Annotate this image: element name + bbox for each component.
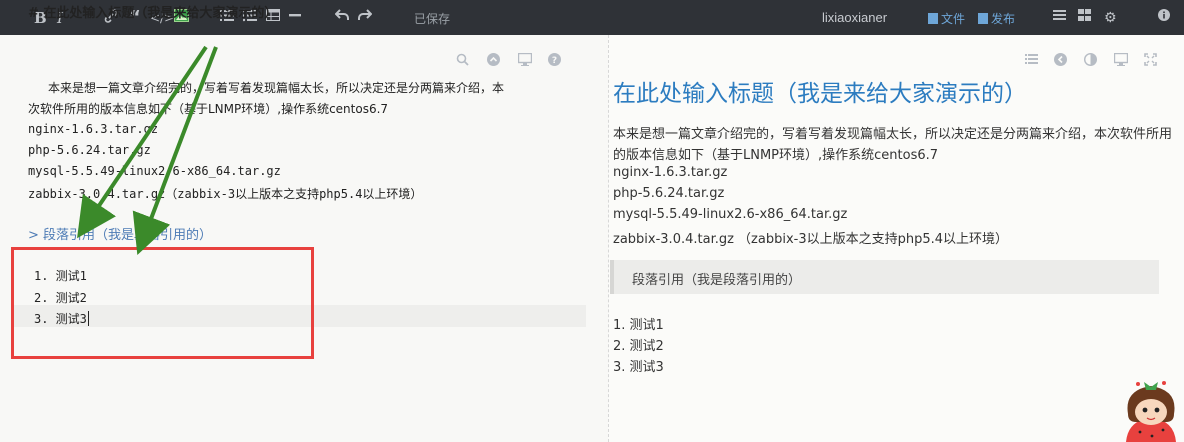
mascot-girl-icon bbox=[1126, 381, 1176, 442]
green-annotation-arrows bbox=[77, 45, 218, 255]
green-arrow-2 bbox=[132, 46, 218, 255]
green-arrow-1 bbox=[77, 45, 208, 239]
